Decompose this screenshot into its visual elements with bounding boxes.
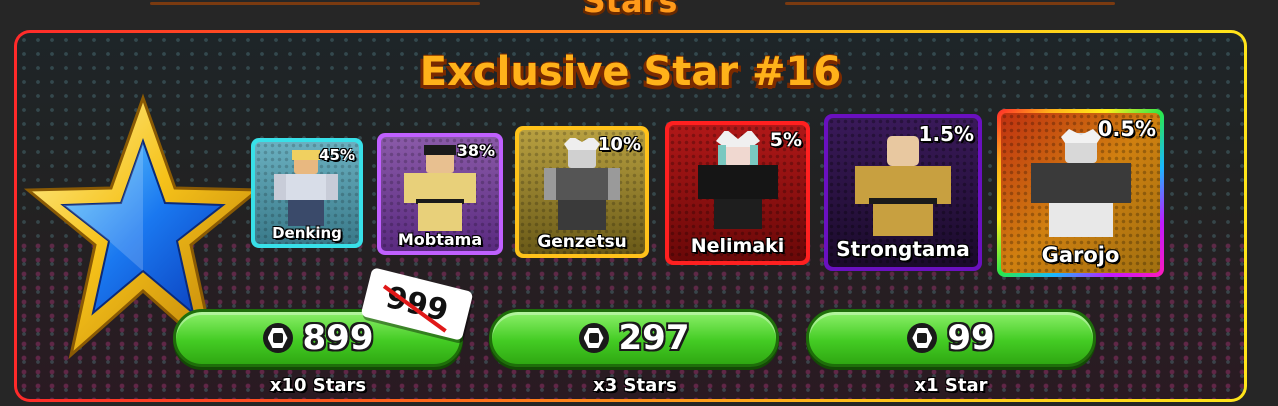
buy-caption: x3 Stars <box>593 375 677 396</box>
drop-chance: 0.5% <box>1097 117 1156 141</box>
unit-card-genzetsu[interactable]: 10% Genzetsu <box>515 126 649 258</box>
robux-icon <box>262 323 293 353</box>
unit-name: Strongtama <box>836 237 970 261</box>
banner-title: Exclusive Star #16 <box>419 49 842 95</box>
price-label: 899 <box>302 318 374 358</box>
robux-icon <box>578 323 609 353</box>
drop-chance: 38% <box>456 141 495 160</box>
header-divider-right <box>785 2 1115 5</box>
drop-chance: 45% <box>319 146 355 164</box>
unit-card-denking[interactable]: 45% Denking <box>251 138 363 248</box>
unit-name: Nelimaki <box>690 235 785 257</box>
unit-card-strongtama[interactable]: 1.5% Strongtama <box>824 114 982 271</box>
unit-card-garojo[interactable]: 0.5% Garojo <box>997 109 1164 277</box>
unit-name: Genzetsu <box>537 232 627 252</box>
buy-caption: x1 Star <box>914 375 988 396</box>
buy-caption: x10 Stars <box>269 375 367 396</box>
exclusive-star-panel: Exclusive Star #16 45% Denking 38% Mobta… <box>14 30 1247 402</box>
unit-name: Garojo <box>1041 243 1120 267</box>
drop-chance: 1.5% <box>918 122 974 146</box>
unit-avatar-strongtama <box>855 136 951 236</box>
panel-background: Exclusive Star #16 45% Denking 38% Mobta… <box>17 33 1244 399</box>
robux-icon <box>907 323 938 353</box>
page-title: Stars <box>582 0 678 20</box>
drop-chance: 5% <box>769 129 802 151</box>
unit-avatar-nelimaki <box>697 131 778 229</box>
unit-avatar-garojo <box>1030 129 1131 237</box>
unit-card-mobtama[interactable]: 38% Mobtama <box>377 133 503 255</box>
price-label: 297 <box>618 318 690 358</box>
price-label: 99 <box>947 318 995 358</box>
buy-1-star-button[interactable]: 99 <box>806 309 1096 367</box>
unit-name: Mobtama <box>397 230 483 249</box>
unit-name: Denking <box>272 224 342 242</box>
header-divider-left <box>150 2 480 5</box>
unit-card-nelimaki[interactable]: 5% Nelimaki <box>665 121 810 265</box>
buy-3-stars-button[interactable]: 297 <box>489 309 779 367</box>
old-price: 999 <box>382 279 452 333</box>
drop-chance: 10% <box>597 134 641 155</box>
